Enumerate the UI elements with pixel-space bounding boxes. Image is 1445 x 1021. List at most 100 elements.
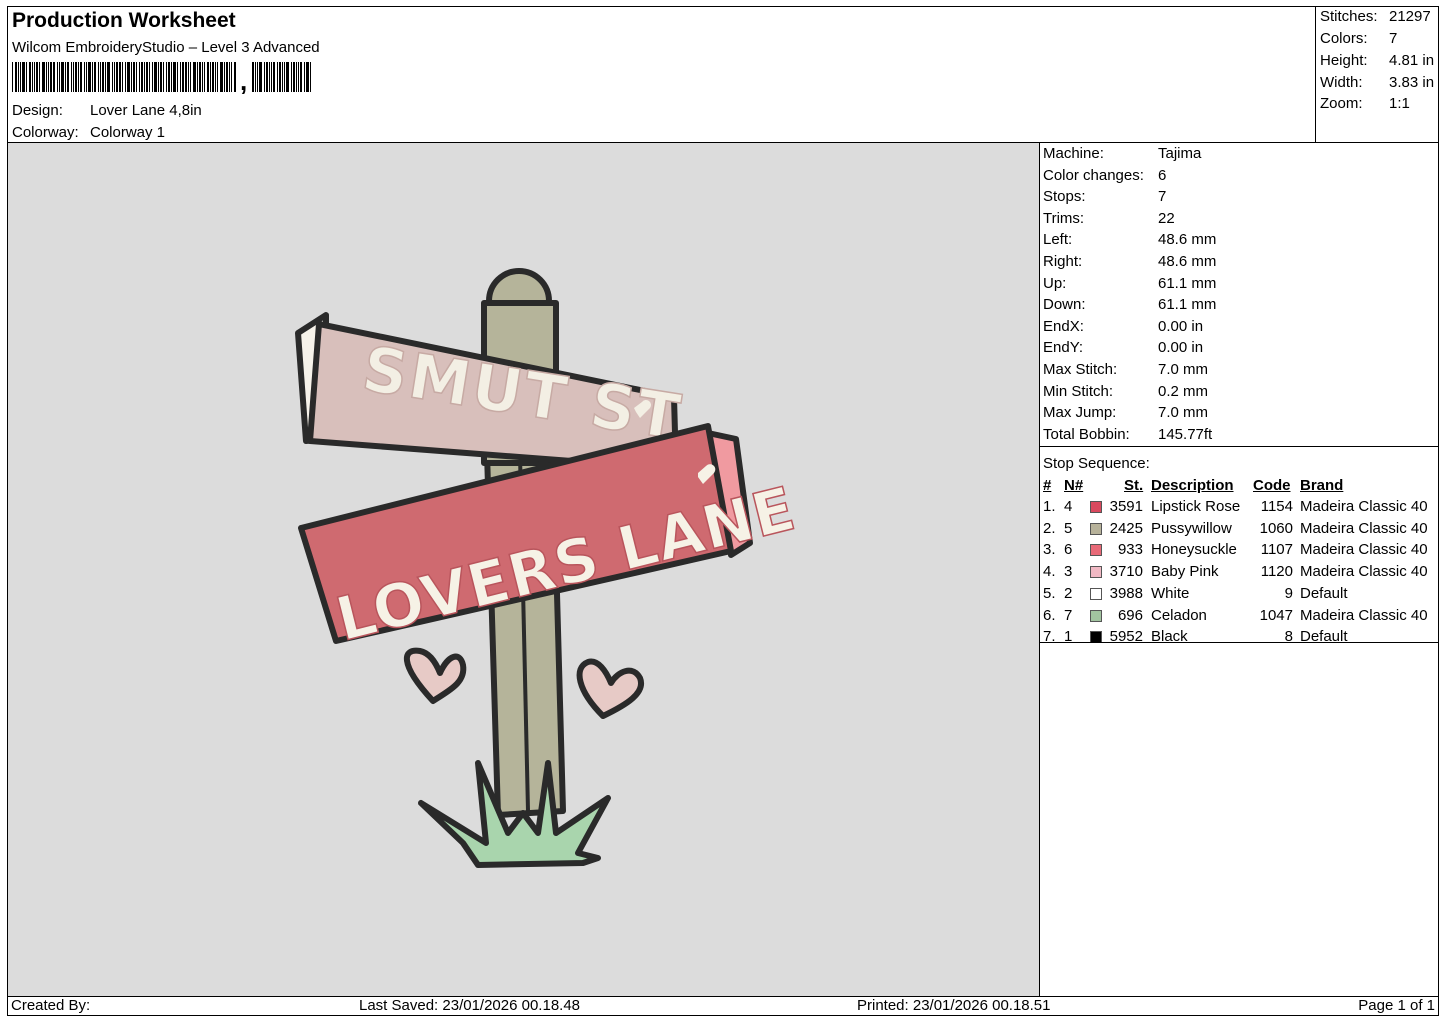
- design-value: Lover Lane 4,8in: [90, 102, 202, 119]
- barcode: ,: [12, 60, 312, 96]
- row-code: 1120: [1260, 563, 1293, 581]
- barcode-bar: [20, 62, 21, 92]
- barcode-bar: [144, 62, 145, 92]
- row-description: White: [1151, 584, 1190, 602]
- barcode-bar: [32, 62, 33, 92]
- summary-box: Stitches: 21297 Colors: 7 Height: 4.81 i…: [1315, 7, 1439, 142]
- col-brand: Brand: [1300, 477, 1344, 494]
- stop-sequence-row: 4. 3 3710 Baby Pink 1120 Madeira Classic 40: [1040, 563, 1438, 585]
- machine-info-label: EndY:: [1043, 339, 1084, 357]
- machine-info-label: Min Stitch:: [1043, 382, 1114, 400]
- barcode-bar: [224, 62, 225, 92]
- barcode-bar: [141, 62, 143, 92]
- thread-color-swatch: [1090, 587, 1102, 600]
- machine-info-label: Stops:: [1043, 188, 1086, 206]
- colors-row: Colors: 7: [1320, 30, 1397, 47]
- stitches-label: Stitches:: [1320, 8, 1378, 25]
- thread-color-swatch: [1090, 522, 1102, 535]
- width-value: 3.83 in: [1389, 74, 1435, 91]
- machine-info-value: 0.2 mm: [1158, 382, 1209, 400]
- machine-info-value: 22: [1158, 209, 1175, 227]
- machine-info-label: Left:: [1043, 231, 1073, 249]
- barcode-bar: [284, 62, 285, 92]
- machine-info-row: Right: 48.6 mm: [1043, 253, 1216, 270]
- machine-info-label: Max Jump:: [1043, 404, 1117, 422]
- row-index: 6.: [1043, 606, 1056, 624]
- machine-info-row: Min Stitch: 0.2 mm: [1043, 382, 1208, 400]
- barcode-bar: [152, 62, 153, 92]
- row-brand: Madeira Classic 40: [1300, 498, 1428, 515]
- machine-info-row: Color changes: 6: [1043, 167, 1166, 184]
- barcode-bar: [271, 62, 272, 92]
- barcode-bar: [36, 62, 38, 92]
- height-row: Height: 4.81 in: [1320, 52, 1434, 69]
- machine-info-value: 48.6 mm: [1158, 231, 1217, 249]
- barcode-bar: [59, 62, 60, 92]
- barcode-bar: [80, 62, 82, 92]
- barcode-bar: [46, 62, 47, 92]
- machine-info-label: Right:: [1043, 253, 1083, 270]
- barcode-bar: [273, 62, 275, 92]
- zoom-value: 1:1: [1389, 95, 1410, 112]
- machine-info-row: Left: 48.6 mm: [1043, 231, 1216, 249]
- machine-info-value: 61.1 mm: [1158, 274, 1217, 292]
- row-stitches: 2425: [1109, 519, 1143, 537]
- row-brand: Madeira Classic 40: [1300, 563, 1428, 581]
- barcode-bar: [220, 62, 223, 92]
- row-stitches: 3710: [1109, 563, 1143, 581]
- barcode-bar: [18, 62, 19, 92]
- barcode-bar: [259, 62, 262, 92]
- barcode-bar: [107, 62, 110, 92]
- col-st: St.: [1124, 477, 1144, 494]
- row-index: 3.: [1043, 541, 1056, 559]
- panel-divider-bottom: [1040, 642, 1438, 643]
- barcode-bar: [114, 62, 115, 92]
- machine-info-label: Up:: [1043, 274, 1067, 292]
- machine-info-value: 0.00 in: [1158, 339, 1204, 357]
- barcode-bar: [202, 62, 203, 92]
- machine-info-value: 7.0 mm: [1158, 404, 1209, 422]
- barcode-bar: [266, 62, 268, 92]
- row-index: 5.: [1043, 584, 1056, 602]
- machine-info-row: Max Stitch: 7.0 mm: [1043, 361, 1208, 378]
- barcode-bar: [92, 62, 93, 92]
- machine-info-row: Total Bobbin: 145.77ft: [1043, 425, 1212, 443]
- row-brand: Madeira Classic 40: [1300, 541, 1428, 559]
- row-index: 1.: [1043, 498, 1056, 515]
- barcode-bar: [116, 62, 118, 92]
- barcode-bar: [231, 62, 232, 92]
- barcode-bar: [100, 62, 101, 92]
- barcode-bar: [279, 62, 281, 92]
- barcode-bar: [98, 62, 99, 92]
- zoom-row: Zoom: 1:1: [1320, 95, 1410, 112]
- barcode-bar: [78, 62, 79, 92]
- row-needle: 7: [1064, 606, 1073, 624]
- machine-info-row: Down: 61.1 mm: [1043, 296, 1216, 313]
- machine-info-row: Max Jump: 7.0 mm: [1043, 404, 1208, 422]
- barcode-bar: [73, 62, 74, 92]
- barcode-separator: ,: [240, 66, 247, 94]
- row-brand: Default: [1300, 584, 1348, 602]
- row-stitches: 3988: [1109, 584, 1143, 602]
- row-description: Celadon: [1151, 606, 1207, 624]
- barcode-bar: [119, 62, 121, 92]
- machine-info-label: Total Bobbin:: [1043, 425, 1130, 443]
- row-description: Lipstick Rose: [1151, 498, 1241, 515]
- barcode-bar: [306, 62, 309, 92]
- barcode-bar: [158, 62, 159, 92]
- row-stitches: 3591: [1109, 498, 1143, 515]
- machine-info-value: 7.0 mm: [1158, 361, 1209, 378]
- barcode-bar: [168, 62, 170, 92]
- barcode-bar: [177, 62, 178, 92]
- barcode-bar: [182, 62, 184, 92]
- row-code: 9: [1284, 584, 1293, 602]
- barcode-bar: [50, 62, 52, 92]
- machine-info-row: Trims: 22: [1043, 210, 1175, 227]
- row-needle: 3: [1064, 563, 1073, 581]
- barcode-bar: [71, 62, 72, 92]
- footer-divider: [8, 996, 1438, 997]
- barcode-bar: [122, 62, 123, 92]
- last-saved: Last Saved: 23/01/2026 00.18.48: [359, 997, 581, 1014]
- barcode-bar: [229, 62, 230, 92]
- stop-sequence-row: 6. 7 696 Celadon 1047 Madeira Classic 40: [1040, 607, 1438, 629]
